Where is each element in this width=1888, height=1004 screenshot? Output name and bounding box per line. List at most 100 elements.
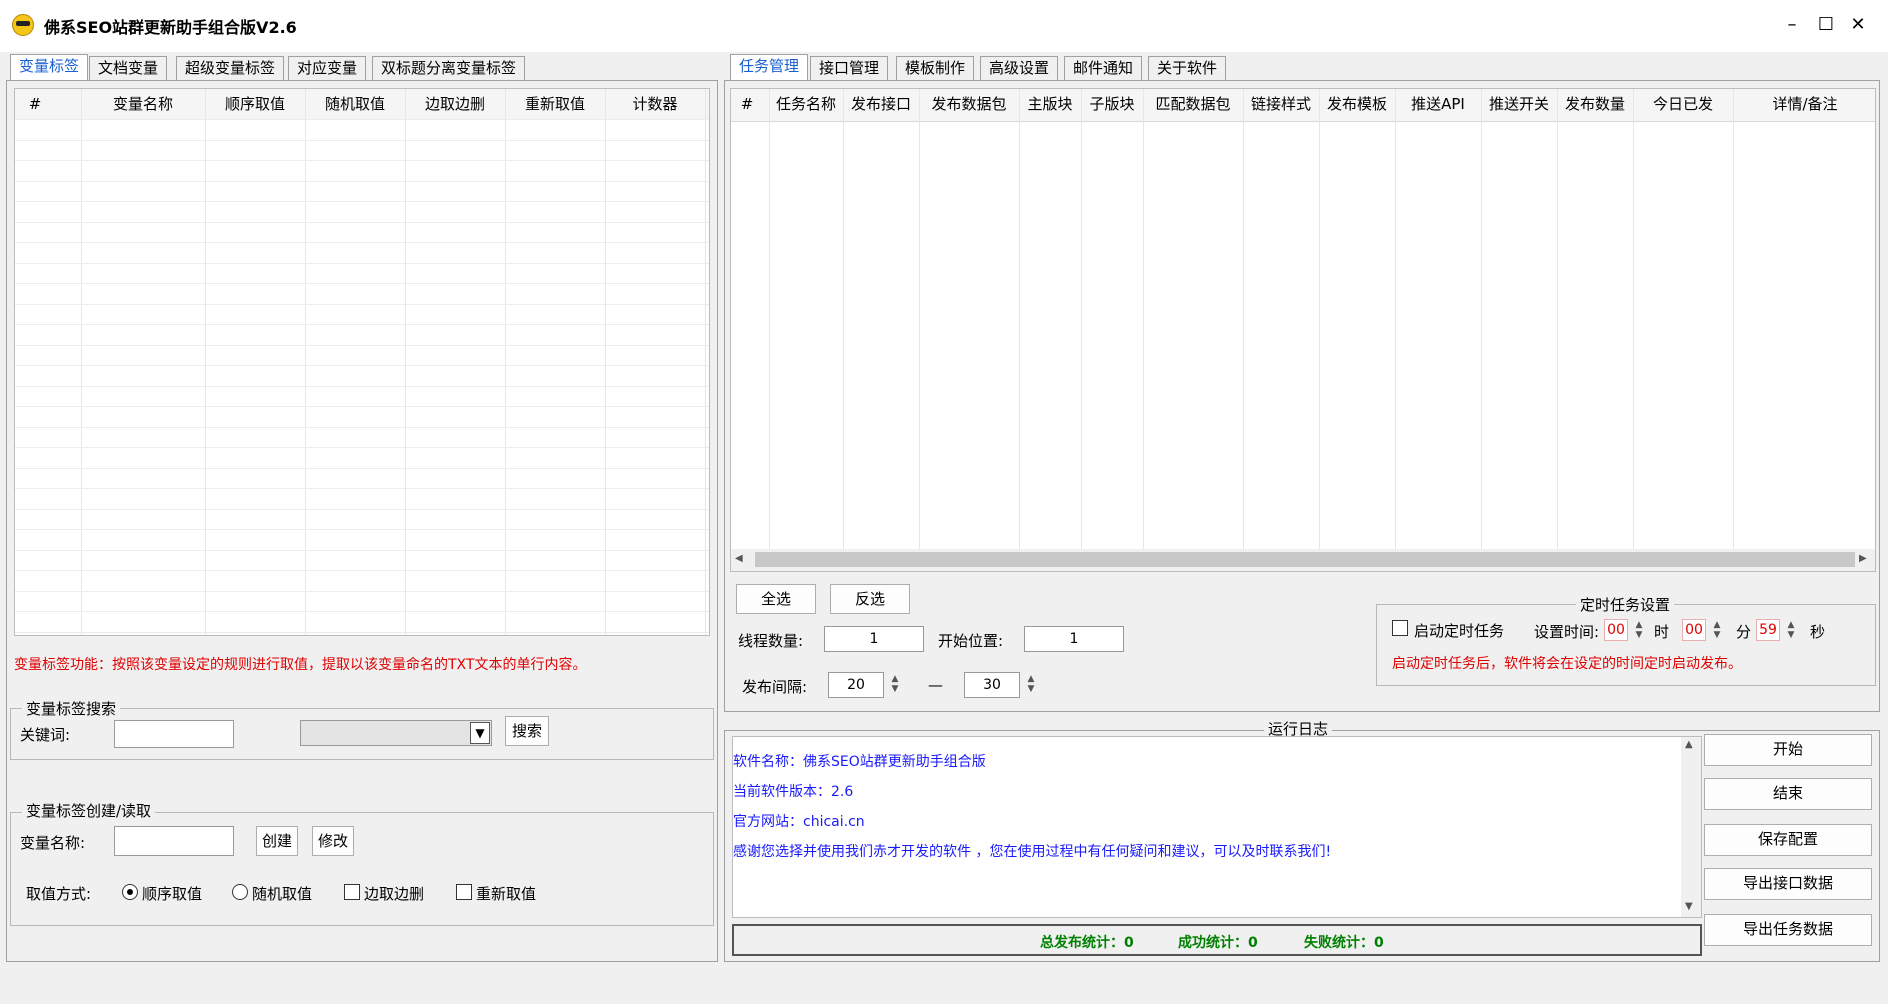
column-header[interactable]: 发布模板: [1319, 89, 1395, 119]
column-header[interactable]: 随机取值: [305, 89, 405, 119]
column-header[interactable]: 匹配数据包: [1143, 89, 1243, 119]
column-divider: [1243, 89, 1244, 571]
column-header[interactable]: 链接样式: [1243, 89, 1319, 119]
export-api-data-button[interactable]: 导出接口数据: [1704, 868, 1872, 900]
column-header[interactable]: 发布数据包: [919, 89, 1019, 119]
tab-mapping-variables[interactable]: 对应变量: [288, 56, 367, 80]
minute-stepper-icon[interactable]: ▲ ▼: [1712, 620, 1722, 642]
task-table[interactable]: # 任务名称 发布接口 发布数据包 主版块 子版块 匹配数据包 链接样式 发布模…: [730, 88, 1876, 572]
column-divider: [1633, 89, 1634, 571]
fail-stat: 失败统计：0: [1304, 935, 1384, 951]
horizontal-scrollbar[interactable]: ◀ ▶: [731, 549, 1875, 571]
column-divider: [1081, 89, 1082, 571]
mode-retake-checkbox[interactable]: [456, 884, 472, 900]
column-header[interactable]: 重新取值: [505, 89, 605, 119]
variable-name-label: 变量名称:: [20, 834, 86, 852]
vertical-scrollbar[interactable]: ▲ ▼: [1681, 737, 1701, 917]
select-all-button[interactable]: 全选: [736, 584, 816, 614]
tab-document-variables[interactable]: 文档变量: [89, 56, 168, 80]
scroll-right-icon[interactable]: ▶: [1859, 551, 1873, 567]
interval-max-stepper-icon[interactable]: ▲ ▼: [1026, 674, 1036, 696]
save-config-button[interactable]: 保存配置: [1704, 824, 1872, 856]
second-stepper-icon[interactable]: ▲ ▼: [1786, 620, 1796, 642]
column-divider: [1319, 89, 1320, 571]
tab-template-making[interactable]: 模板制作: [896, 56, 975, 80]
tab-api-management[interactable]: 接口管理: [810, 56, 889, 80]
threads-input[interactable]: 1: [824, 626, 924, 652]
mode-sequential-radio[interactable]: [122, 884, 138, 900]
create-button[interactable]: 创建: [256, 826, 298, 856]
empty-row-line: [15, 221, 709, 223]
tab-dual-title-variable-tags[interactable]: 双标题分离变量标签: [372, 56, 526, 80]
tab-variable-tags[interactable]: 变量标签: [10, 54, 89, 80]
tab-task-management[interactable]: 任务管理: [730, 54, 809, 80]
timer-group-title: 定时任务设置: [1576, 594, 1675, 615]
empty-row-line: [15, 611, 709, 612]
empty-row-line: [15, 385, 709, 387]
scrollbar-thumb[interactable]: [755, 552, 1855, 567]
stats-bar: 总发布统计：0 成功统计：0 失败统计：0: [732, 924, 1702, 956]
column-header[interactable]: 顺序取值: [205, 89, 305, 119]
tab-about-software[interactable]: 关于软件: [1148, 56, 1227, 80]
tab-super-variable-tags[interactable]: 超级变量标签: [176, 56, 285, 80]
tab-email-notification[interactable]: 邮件通知: [1064, 56, 1143, 80]
scroll-down-icon[interactable]: ▼: [1685, 901, 1693, 912]
mode-take-delete-checkbox[interactable]: [344, 884, 360, 900]
timer-group: [1376, 604, 1876, 686]
start-button[interactable]: 开始: [1704, 734, 1872, 766]
empty-row-line: [15, 201, 709, 202]
close-button[interactable]: ✕: [1838, 10, 1878, 40]
empty-row-line: [15, 303, 709, 305]
empty-row-line: [15, 631, 709, 633]
empty-row-line: [15, 139, 709, 141]
column-divider: [919, 89, 920, 571]
column-header[interactable]: 推送API: [1395, 89, 1481, 119]
column-header[interactable]: 边取边删: [405, 89, 505, 119]
scroll-left-icon[interactable]: ◀: [735, 551, 749, 567]
empty-row-line: [15, 344, 709, 346]
second-input[interactable]: 59: [1756, 619, 1780, 641]
column-header[interactable]: 推送开关: [1481, 89, 1557, 119]
keyword-input[interactable]: [114, 720, 234, 748]
hour-stepper-icon[interactable]: ▲ ▼: [1634, 620, 1644, 642]
column-header[interactable]: 今日已发: [1633, 89, 1733, 119]
column-header[interactable]: 子版块: [1081, 89, 1143, 119]
interval-min-input[interactable]: 20: [828, 672, 884, 698]
interval-max-input[interactable]: 30: [964, 672, 1020, 698]
empty-row-line: [15, 262, 709, 264]
column-divider: [705, 89, 706, 635]
column-header[interactable]: #: [731, 89, 763, 119]
modify-button[interactable]: 修改: [312, 826, 354, 856]
mode-random-radio[interactable]: [232, 884, 248, 900]
log-area[interactable]: 软件名称：佛系SEO站群更新助手组合版 当前软件版本：2.6 官方网站：chic…: [732, 736, 1702, 918]
column-divider: [81, 89, 82, 635]
scroll-up-icon[interactable]: ▲: [1685, 739, 1693, 750]
log-line: 感谢您选择并使用我们赤才开发的软件 ，您在使用过程中有任何疑问和建议，可以及时联…: [733, 844, 1332, 860]
column-header[interactable]: 任务名称: [769, 89, 843, 119]
start-position-input[interactable]: 1: [1024, 626, 1124, 652]
enable-timer-checkbox[interactable]: [1392, 620, 1408, 636]
minute-unit: 分: [1736, 623, 1752, 641]
column-header[interactable]: 发布数量: [1557, 89, 1633, 119]
minute-input[interactable]: 00: [1682, 619, 1706, 641]
empty-row-line: [15, 324, 709, 325]
hour-input[interactable]: 00: [1604, 619, 1628, 641]
chevron-down-icon[interactable]: ▼: [470, 722, 490, 744]
tab-advanced-settings[interactable]: 高级设置: [980, 56, 1059, 80]
variable-table[interactable]: # 变量名称 顺序取值 随机取值 边取边删 重新取值 计数器: [14, 88, 710, 636]
empty-row-line: [15, 467, 709, 469]
variable-name-input[interactable]: [114, 826, 234, 856]
interval-min-stepper-icon[interactable]: ▲ ▼: [890, 674, 900, 696]
column-header[interactable]: #: [15, 89, 55, 119]
empty-row-line: [15, 426, 709, 428]
invert-selection-button[interactable]: 反选: [830, 584, 910, 614]
column-header[interactable]: 变量名称: [81, 89, 205, 119]
stop-button[interactable]: 结束: [1704, 778, 1872, 810]
column-header[interactable]: 发布接口: [843, 89, 919, 119]
export-task-data-button[interactable]: 导出任务数据: [1704, 914, 1872, 946]
column-header[interactable]: 主版块: [1019, 89, 1081, 119]
search-dropdown[interactable]: [300, 720, 492, 746]
search-button[interactable]: 搜索: [505, 716, 549, 746]
column-header[interactable]: 详情/备注: [1733, 89, 1875, 119]
column-header[interactable]: 计数器: [605, 89, 705, 119]
